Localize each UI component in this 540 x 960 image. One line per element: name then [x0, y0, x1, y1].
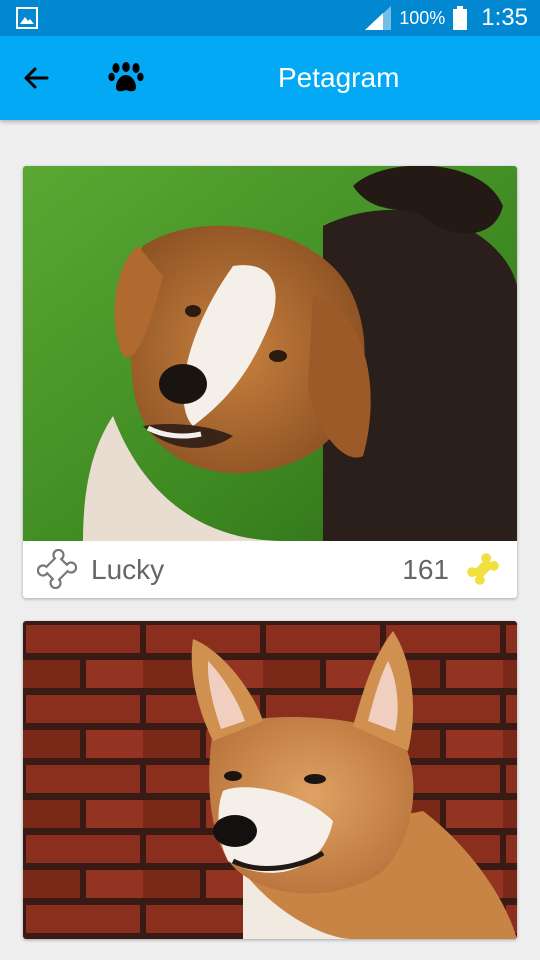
battery-percentage: 100% [399, 7, 446, 28]
pet-card [23, 621, 517, 939]
pet-name: Lucky [91, 554, 165, 585]
back-arrow-icon [24, 67, 49, 89]
dog-photo [23, 166, 517, 541]
app-bar: Petagram [0, 36, 540, 120]
bone-outline-icon[interactable] [37, 549, 77, 589]
bone-yellow-icon [467, 553, 499, 585]
paw-icon [108, 62, 144, 92]
dog-photo [23, 621, 517, 939]
status-time: 1:35 [481, 4, 528, 31]
status-indicators: 100% 1:35 [365, 0, 528, 36]
image-icon [16, 7, 38, 29]
status-bar: 100% 1:35 [0, 0, 540, 36]
pet-card-footer: Lucky 161 [23, 541, 517, 598]
favorites-button[interactable] [104, 56, 148, 100]
app-title: Petagram [278, 62, 400, 93]
pet-card: Lucky 161 [23, 166, 517, 598]
battery-icon [453, 6, 468, 30]
back-button[interactable] [14, 56, 58, 100]
rating-count: 161 [402, 554, 449, 585]
signal-icon [365, 6, 392, 30]
